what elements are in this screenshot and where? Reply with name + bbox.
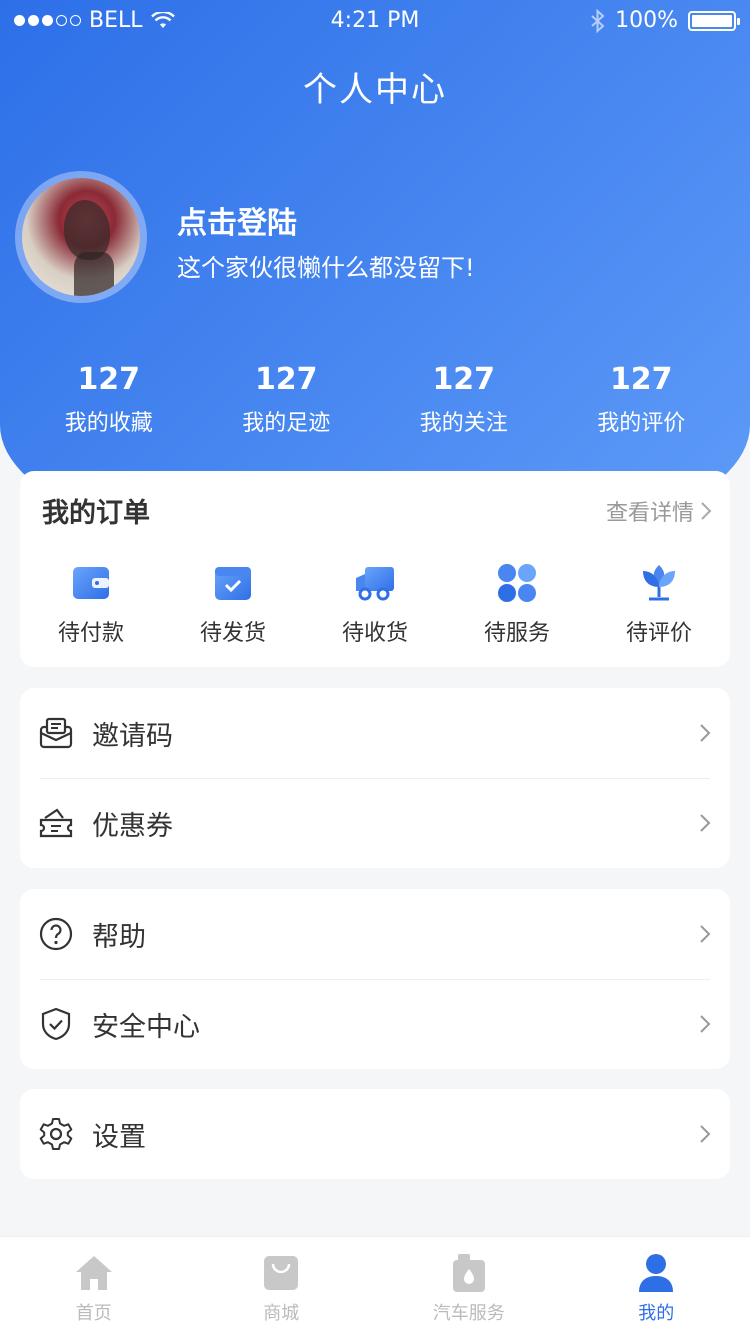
bluetooth-icon	[591, 8, 605, 33]
gear-icon	[38, 1116, 74, 1152]
orders-title: 我的订单	[42, 498, 150, 529]
stat-favorites[interactable]: 127 我的收藏	[20, 362, 198, 437]
stat-label: 我的关注	[419, 411, 508, 436]
chevron-right-icon	[700, 1015, 711, 1033]
user-bio: 这个家伙很懒什么都没留下!	[177, 254, 475, 282]
order-label: 待服务	[483, 621, 550, 646]
tab-label: 汽车服务	[432, 1303, 505, 1324]
order-label: 待收货	[341, 621, 408, 646]
avatar-image	[22, 178, 140, 296]
chevron-right-icon	[700, 724, 711, 742]
menu-label: 邀请码	[92, 720, 173, 752]
stats-row: 127 我的收藏 127 我的足迹 127 我的关注 127 我的评价	[20, 362, 730, 437]
menu-label: 帮助	[92, 921, 146, 953]
menu-item-help[interactable]: 帮助	[20, 889, 730, 979]
order-pending-payment[interactable]: 待付款	[20, 563, 162, 647]
review-icon	[639, 563, 679, 603]
menu-group-support: 帮助 安全中心	[20, 889, 730, 1069]
orders-card: 我的订单 查看详情 待付款 待发货 待收货 待服务 待评价	[20, 471, 730, 667]
menu-item-security-center[interactable]: 安全中心	[20, 979, 730, 1069]
menu-group-invite: 邀请码 优惠券	[20, 688, 730, 868]
avatar[interactable]	[15, 171, 147, 303]
stat-value: 127	[77, 362, 141, 397]
tab-mall[interactable]: 商城	[188, 1237, 376, 1334]
tab-label: 首页	[75, 1303, 112, 1324]
package-icon	[213, 563, 253, 603]
stat-following[interactable]: 127 我的关注	[375, 362, 553, 437]
coupon-icon	[38, 805, 74, 841]
stat-footprints[interactable]: 127 我的足迹	[198, 362, 376, 437]
wallet-icon	[71, 563, 111, 603]
tab-label: 商城	[263, 1303, 300, 1324]
help-icon	[38, 916, 74, 952]
chevron-right-icon	[700, 814, 711, 832]
service-icon	[497, 563, 537, 603]
menu-item-coupons[interactable]: 优惠券	[20, 778, 730, 868]
orders-more-label: 查看详情	[605, 501, 694, 526]
status-bar: BELL 4:21 PM 100%	[0, 0, 750, 40]
stat-value: 127	[254, 362, 318, 397]
stat-label: 我的足迹	[242, 411, 331, 436]
home-icon	[72, 1251, 116, 1295]
stat-value: 127	[609, 362, 673, 397]
tab-car-service[interactable]: 汽车服务	[375, 1237, 563, 1334]
order-label: 待发货	[199, 621, 266, 646]
order-pending-receipt[interactable]: 待收货	[304, 563, 446, 647]
menu-label: 优惠券	[92, 810, 173, 842]
menu-label: 设置	[92, 1121, 146, 1153]
shopping-bag-icon	[259, 1251, 303, 1295]
user-icon	[634, 1251, 678, 1295]
stat-reviews[interactable]: 127 我的评价	[553, 362, 731, 437]
tab-home[interactable]: 首页	[0, 1237, 188, 1334]
stat-label: 我的评价	[597, 411, 686, 436]
tab-label: 我的	[638, 1303, 675, 1324]
car-service-icon	[447, 1251, 491, 1295]
stat-value: 127	[432, 362, 496, 397]
chevron-right-icon	[701, 502, 712, 520]
menu-item-settings[interactable]: 设置	[20, 1089, 730, 1179]
tab-bar: 首页 商城 汽车服务 我的	[0, 1236, 750, 1334]
order-pending-shipment[interactable]: 待发货	[162, 563, 304, 647]
battery-percent: 100%	[615, 8, 678, 33]
battery-icon	[688, 10, 740, 31]
order-label: 待付款	[57, 621, 124, 646]
tab-mine[interactable]: 我的	[563, 1237, 750, 1334]
truck-icon	[355, 563, 395, 603]
order-label: 待评价	[625, 621, 692, 646]
shield-icon	[38, 1006, 74, 1042]
orders-view-details-link[interactable]: 查看详情	[606, 495, 712, 527]
invite-icon	[38, 715, 74, 751]
menu-item-invite-code[interactable]: 邀请码	[20, 688, 730, 778]
page-title: 个人中心	[303, 70, 447, 110]
login-link[interactable]: 点击登陆	[177, 198, 297, 242]
chevron-right-icon	[700, 1125, 711, 1143]
chevron-right-icon	[700, 925, 711, 943]
order-pending-review[interactable]: 待评价	[588, 563, 730, 647]
menu-group-settings: 设置	[20, 1089, 730, 1179]
stat-label: 我的收藏	[64, 411, 153, 436]
order-pending-service[interactable]: 待服务	[446, 563, 588, 647]
menu-label: 安全中心	[92, 1011, 200, 1043]
